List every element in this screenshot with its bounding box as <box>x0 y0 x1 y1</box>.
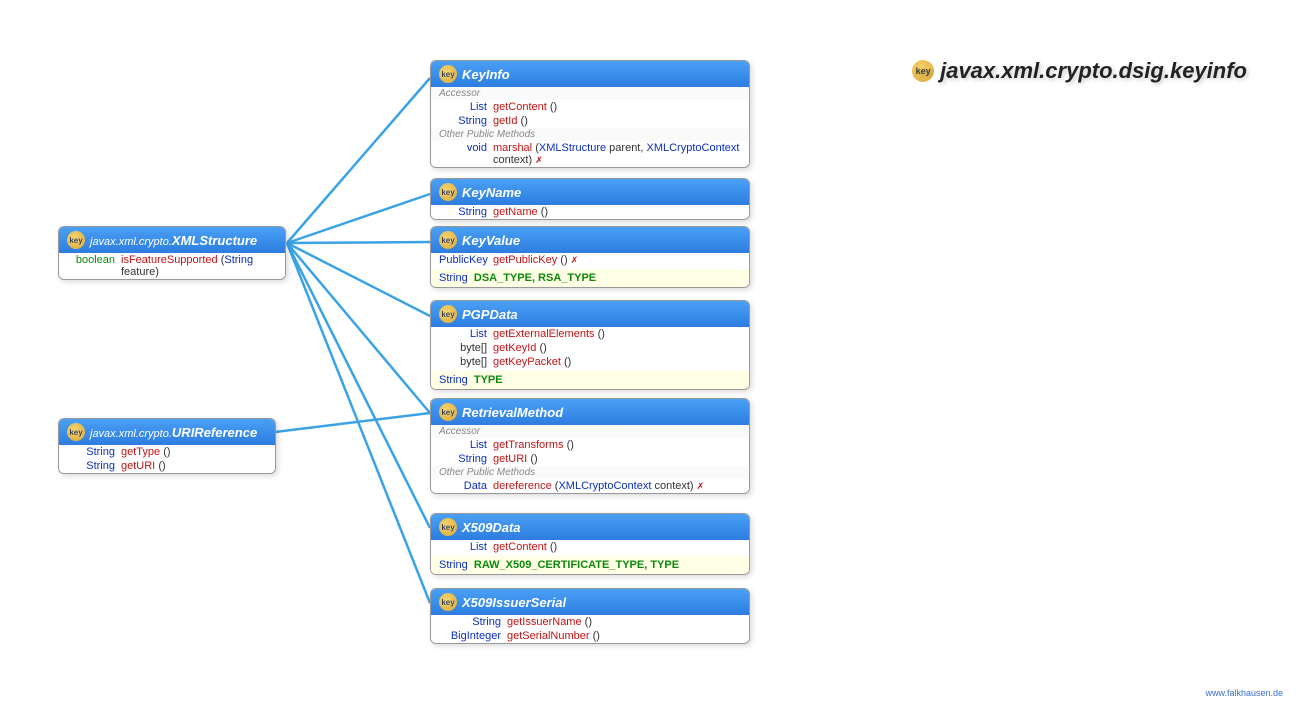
class-name: X509IssuerSerial <box>462 595 566 610</box>
method-row: StringgetURI () <box>431 452 749 466</box>
section-other: Other Public Methods <box>431 128 749 141</box>
key-icon: key <box>439 593 457 611</box>
key-icon: key <box>439 65 457 83</box>
method-row: String getName () <box>431 205 749 219</box>
method-row: byte[]getKeyPacket () <box>431 355 749 369</box>
class-name: URIReference <box>172 425 257 440</box>
key-icon: key <box>912 60 934 82</box>
diagram-title: key javax.xml.crypto.dsig.keyinfo <box>912 58 1247 84</box>
class-name: PGPData <box>462 307 518 322</box>
method-row: void marshal (XMLStructure parent, XMLCr… <box>431 141 749 167</box>
footer-link-text: www.falkhausen.de <box>1205 688 1283 698</box>
class-urireference: key javax.xml.crypto.URIReference String… <box>58 418 276 474</box>
section-accessor: Accessor <box>431 87 749 100</box>
package-text: javax.xml.crypto. <box>90 428 172 440</box>
method-row: ListgetTransforms () <box>431 438 749 452</box>
section-accessor: Accessor <box>431 425 749 438</box>
method-row: PublicKey getPublicKey () ✗ <box>431 253 749 267</box>
class-xmlstructure: key javax.xml.crypto.XMLStructure boolea… <box>58 226 286 280</box>
constants-row: String TYPE <box>431 371 749 389</box>
section-other: Other Public Methods <box>431 466 749 479</box>
package-text: javax.xml.crypto. <box>90 236 172 248</box>
class-retrievalmethod: key RetrievalMethod Accessor ListgetTran… <box>430 398 750 494</box>
class-name: XMLStructure <box>172 233 257 248</box>
class-name: KeyValue <box>462 233 520 248</box>
class-x509issuerserial: key X509IssuerSerial StringgetIssuerName… <box>430 588 750 644</box>
throws-icon: ✗ <box>535 155 543 165</box>
throws-icon: ✗ <box>697 481 705 491</box>
method-row: String getId () <box>431 114 749 128</box>
class-keyinfo: key KeyInfo Accessor List getContent () … <box>430 60 750 168</box>
key-icon: key <box>439 231 457 249</box>
class-header: key javax.xml.crypto.XMLStructure <box>59 227 285 253</box>
key-icon: key <box>439 403 457 421</box>
key-icon: key <box>439 518 457 536</box>
class-name: KeyName <box>462 185 521 200</box>
class-name: X509Data <box>462 520 521 535</box>
method-row: Data dereference (XMLCryptoContext conte… <box>431 479 749 493</box>
method-row: String getType () <box>59 445 275 459</box>
class-header: key javax.xml.crypto.URIReference <box>59 419 275 445</box>
class-x509data: key X509Data ListgetContent () String RA… <box>430 513 750 575</box>
key-icon: key <box>439 183 457 201</box>
method-row: ListgetContent () <box>431 540 749 554</box>
throws-icon: ✗ <box>571 255 579 265</box>
key-icon: key <box>67 231 85 249</box>
class-header: key KeyName <box>431 179 749 205</box>
class-name: KeyInfo <box>462 67 510 82</box>
method-row: StringgetIssuerName () <box>431 615 749 629</box>
footer-link[interactable]: www.falkhausen.de <box>1205 688 1283 698</box>
method-row: byte[]getKeyId () <box>431 341 749 355</box>
class-keyname: key KeyName String getName () <box>430 178 750 220</box>
class-header: key RetrievalMethod <box>431 399 749 425</box>
method-row: boolean isFeatureSupported (String featu… <box>59 253 285 279</box>
class-header: key KeyValue <box>431 227 749 253</box>
method-name: isFeatureSupported <box>121 254 218 266</box>
class-header: key KeyInfo <box>431 61 749 87</box>
constants-row: String DSA_TYPE, RSA_TYPE <box>431 269 749 287</box>
title-text: javax.xml.crypto.dsig.keyinfo <box>940 58 1247 84</box>
method-row: String getURI () <box>59 459 275 473</box>
class-pgpdata: key PGPData ListgetExternalElements () b… <box>430 300 750 390</box>
class-keyvalue: key KeyValue PublicKey getPublicKey () ✗… <box>430 226 750 288</box>
method-row: BigIntegergetSerialNumber () <box>431 629 749 643</box>
return-type: boolean <box>67 254 115 266</box>
constants-row: String RAW_X509_CERTIFICATE_TYPE, TYPE <box>431 556 749 574</box>
method-row: ListgetExternalElements () <box>431 327 749 341</box>
class-header: key X509IssuerSerial <box>431 589 749 615</box>
class-header: key PGPData <box>431 301 749 327</box>
key-icon: key <box>439 305 457 323</box>
class-name: RetrievalMethod <box>462 405 563 420</box>
method-row: List getContent () <box>431 100 749 114</box>
key-icon: key <box>67 423 85 441</box>
class-header: key X509Data <box>431 514 749 540</box>
